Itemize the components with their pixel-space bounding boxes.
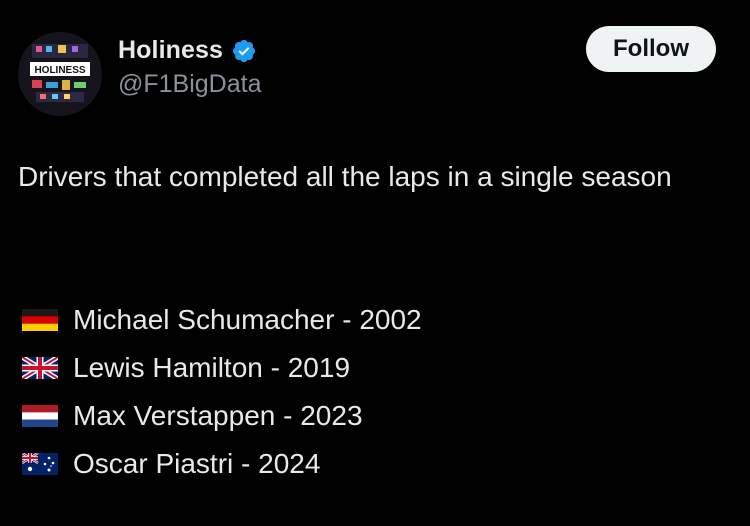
netherlands-flag-icon [22, 405, 58, 427]
driver-label: Max Verstappen - 2023 [73, 400, 363, 431]
driver-label: Lewis Hamilton - 2019 [73, 352, 351, 383]
australia-flag-icon [22, 453, 58, 475]
avatar-text: HOLINESS [34, 65, 85, 76]
driver-label: Michael Schumacher - 2002 [73, 304, 422, 335]
germany-flag-icon [22, 309, 58, 331]
driver-list: Michael Schumacher - 2002 Lewis Hamilton… [22, 296, 422, 488]
driver-label: Oscar Piastri - 2024 [73, 448, 321, 479]
list-item: Lewis Hamilton - 2019 [22, 344, 422, 392]
display-name[interactable]: Holiness [118, 36, 223, 65]
holiness-logo-avatar: HOLINESS [18, 32, 102, 116]
list-item: Oscar Piastri - 2024 [22, 440, 422, 488]
follow-button[interactable]: Follow [586, 26, 716, 72]
post-header: HOLINESS Holiness @F1BigData Follow [18, 24, 732, 116]
name-row: Holiness [118, 36, 257, 65]
user-handle[interactable]: @F1BigData [118, 70, 262, 99]
list-item: Michael Schumacher - 2002 [22, 296, 422, 344]
list-item: Max Verstappen - 2023 [22, 392, 422, 440]
avatar[interactable]: HOLINESS [18, 32, 102, 116]
post-text: Drivers that completed all the laps in a… [18, 161, 672, 192]
verified-badge-icon [231, 38, 257, 64]
uk-flag-icon [22, 357, 58, 379]
